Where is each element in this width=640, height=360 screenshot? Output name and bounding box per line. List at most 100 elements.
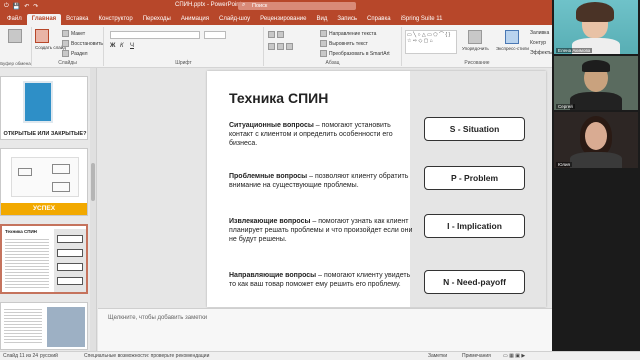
quick-access-toolbar: ⏻ 💾 ↶ ↷ [0,3,38,10]
participant-tile[interactable]: Юлия [554,112,638,168]
tab-9[interactable]: Запись [332,14,362,25]
align-center-icon [277,43,284,50]
current-slide[interactable]: Техника СПИН Ситуационные вопросы – помо… [207,71,546,307]
participant-name: Юлия [556,162,572,167]
slide-item-implication[interactable]: Извлекающие вопросы – помогают узнать ка… [229,217,414,244]
font-size-select[interactable] [204,31,226,39]
pill-problem[interactable]: P - Problem [424,166,525,190]
effects-button[interactable]: Эффекты [530,50,553,56]
fill-button[interactable]: Заливка [530,30,549,36]
new-slide-icon [35,29,49,43]
comments-toggle[interactable]: Примечания [462,353,491,359]
section-icon [62,50,69,57]
participant-tile[interactable]: Сергей [554,56,638,110]
reset-label: Восстановить [71,40,104,47]
ribbon: Буфер обмена Создать слайд Макет Восстан… [0,25,553,68]
bullets-icon [268,31,275,38]
tab-6[interactable]: Слайд-шоу [214,14,255,25]
tab-10[interactable]: Справка [362,14,396,25]
redo-icon[interactable]: ↷ [33,3,38,10]
align-left-icon [268,43,275,50]
thumbnail-pill [57,249,83,257]
numbering-icon [277,31,284,38]
slide-thumbnail-selected[interactable]: Техника СПИН [0,224,88,294]
pill-need-payoff[interactable]: N - Need-payoff [424,270,525,294]
language-indicator[interactable]: русский [40,353,58,359]
slide-item-situation[interactable]: Ситуационные вопросы – помогают установи… [229,121,414,148]
tab-5[interactable]: Анимация [176,14,214,25]
search-icon: ⌕ [242,2,246,8]
diagram-box [18,168,32,176]
tab-11[interactable]: iSpring Suite 11 [396,14,448,25]
quick-styles-label: Экспресс-стили [496,46,529,51]
font-family-select[interactable] [110,31,200,39]
thumbnail-pill [57,277,83,285]
slides-group-label: Слайды [58,60,77,66]
drawing-group: ▭ ╲ ○ △ ▭ ⬠ ⌒ { } ☆ ⇨ ◇ ▢ ⌂ Упорядочить … [402,27,553,66]
smartart-button[interactable]: Преобразовать в SmartArt [320,50,390,57]
slide-title[interactable]: Техника СПИН [229,90,328,106]
tab-3[interactable]: Конструктор [93,14,137,25]
align-text-label: Выровнять текст [329,40,368,47]
save-icon[interactable]: 💾 [13,3,20,10]
slide-item-problem[interactable]: Проблемные вопросы – позволяют клиенту о… [229,172,414,190]
tab-1[interactable]: Главная [26,14,62,25]
align-text-button[interactable]: Выровнять текст [320,40,368,47]
italic-button[interactable]: К [120,43,124,49]
align-buttons[interactable] [268,43,293,50]
door-image [23,81,53,123]
pill-implication[interactable]: I - Implication [424,214,525,238]
slides-group: Создать слайд Макет Восстановить Раздел … [32,27,104,66]
tab-2[interactable]: Вставка [61,14,93,25]
participant-shoulders [570,152,622,168]
arrange-button[interactable]: Упорядочить [462,30,489,51]
paste-button[interactable] [8,29,22,43]
tab-0[interactable]: Файл [2,14,27,25]
text-direction-label: Направление текста [329,30,377,37]
search-box[interactable]: ⌕ Поиск [238,2,356,10]
ribbon-tabs: Файл Главная Вставка Конструктор Переходы Ани… [0,12,552,25]
slide-counter: Слайд 11 из 24 [3,353,39,359]
scrollbar-thumb[interactable] [91,163,95,201]
thumbnail-pill [57,263,83,271]
slide-thumbnail[interactable]: ОТКРЫТЫЕ ИЛИ ЗАКРЫТЫЕ? [0,76,88,140]
title-bar: ⏻ 💾 ↶ ↷ СПИН.pptx - PowerPoint ⌕ Поиск [0,0,552,12]
notes-toggle[interactable]: Заметки [428,353,447,359]
reset-icon [62,40,69,47]
layout-label: Макет [71,30,86,37]
quick-styles-button[interactable]: Экспресс-стили [496,30,529,51]
autosave-toggle[interactable]: ⏻ [4,3,9,10]
diagram-box [52,164,70,174]
section-button[interactable]: Раздел [62,50,88,57]
underline-button[interactable]: Ч [130,43,134,49]
reset-button[interactable]: Восстановить [62,40,103,47]
outline-button[interactable]: Контур [530,40,546,46]
arrange-icon [468,30,483,44]
quick-styles-icon [505,30,520,44]
text-direction-button[interactable]: Направление текста [320,30,376,37]
slide-thumbnail[interactable] [0,302,88,350]
shapes-gallery[interactable]: ▭ ╲ ○ △ ▭ ⬠ ⌒ { } ☆ ⇨ ◇ ▢ ⌂ [405,30,457,54]
thumbnail-caption: УСПЕХ [1,203,87,215]
bullets-button[interactable] [268,31,284,38]
accessibility-status[interactable]: Специальные возможности: проверьте реком… [84,353,209,359]
pill-situation[interactable]: S - Situation [424,117,525,141]
layout-button[interactable]: Макет [62,30,85,37]
font-group: Ж К Ч Шрифт [104,27,264,66]
thumbnails-scrollbar[interactable] [90,68,96,351]
slide-thumbnail[interactable]: УСПЕХ [0,148,88,216]
font-group-label: Шрифт [175,60,192,66]
notes-pane[interactable]: Щелкните, чтобы добавить заметки [98,308,552,351]
tab-8[interactable]: Вид [311,14,332,25]
tab-7[interactable]: Рецензирование [255,14,311,25]
arrange-label: Упорядочить [462,46,489,51]
notes-placeholder[interactable]: Щелкните, чтобы добавить заметки [108,315,207,321]
tab-4[interactable]: Переходы [138,14,176,25]
undo-icon[interactable]: ↶ [24,3,29,10]
thumbnail-text-lines [4,307,42,345]
align-right-icon [286,43,293,50]
bold-button[interactable]: Ж [110,43,115,49]
view-icons[interactable]: ▭ ▦ ▣ ▶ [503,353,525,359]
slide-item-need-payoff[interactable]: Направляющие вопросы – помогают клиенту … [229,271,414,289]
participant-tile[interactable]: Елена Акимова [554,0,638,54]
